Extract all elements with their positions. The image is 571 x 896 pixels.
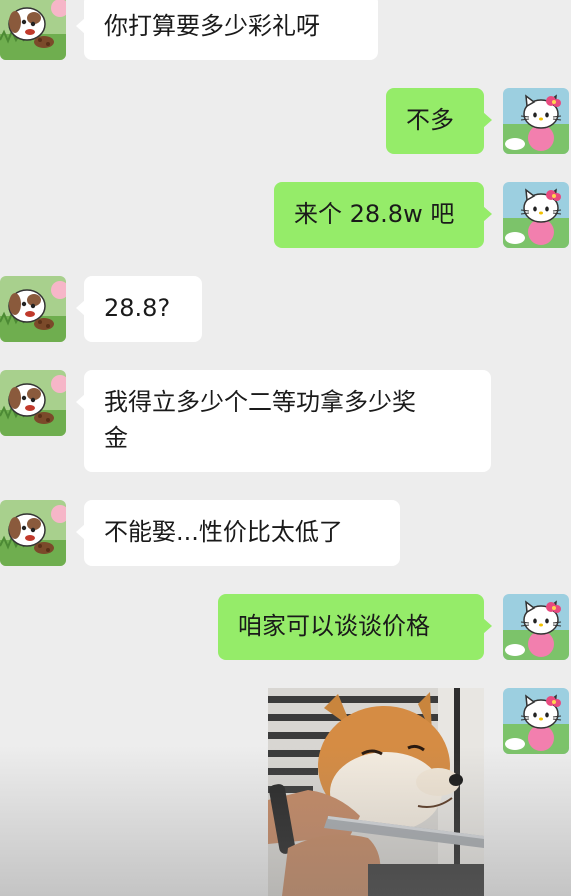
hello-kitty-avatar-icon[interactable] bbox=[503, 88, 569, 154]
puppy-avatar-icon[interactable] bbox=[0, 276, 66, 342]
puppy-avatar-icon[interactable] bbox=[0, 370, 66, 436]
message-bubble-sent[interactable]: 不多 bbox=[386, 88, 492, 154]
message-bubble-received[interactable]: 28.8? bbox=[76, 276, 202, 342]
chat-area[interactable]: 你打算要多少彩礼呀 不多 来个 28.8w 吧 28.8? 我得立多少个二等功拿… bbox=[0, 0, 571, 896]
hello-kitty-avatar-icon[interactable] bbox=[503, 594, 569, 660]
shiba-dog-knife-meme-image[interactable] bbox=[268, 688, 484, 896]
message-bubble-received[interactable]: 我得立多少个二等功拿多少奖 金 bbox=[76, 370, 491, 472]
hello-kitty-avatar-icon[interactable] bbox=[503, 688, 569, 754]
message-bubble-sent[interactable]: 来个 28.8w 吧 bbox=[274, 182, 492, 248]
message-bubble-received[interactable]: 你打算要多少彩礼呀 bbox=[76, 0, 378, 60]
message-bubble-received[interactable]: 不能娶...性价比太低了 bbox=[76, 500, 400, 566]
message-bubble-sent[interactable]: 咱家可以谈谈价格 bbox=[218, 594, 492, 660]
puppy-avatar-icon[interactable] bbox=[0, 500, 66, 566]
hello-kitty-avatar-icon[interactable] bbox=[503, 182, 569, 248]
puppy-avatar-icon[interactable] bbox=[0, 0, 66, 60]
